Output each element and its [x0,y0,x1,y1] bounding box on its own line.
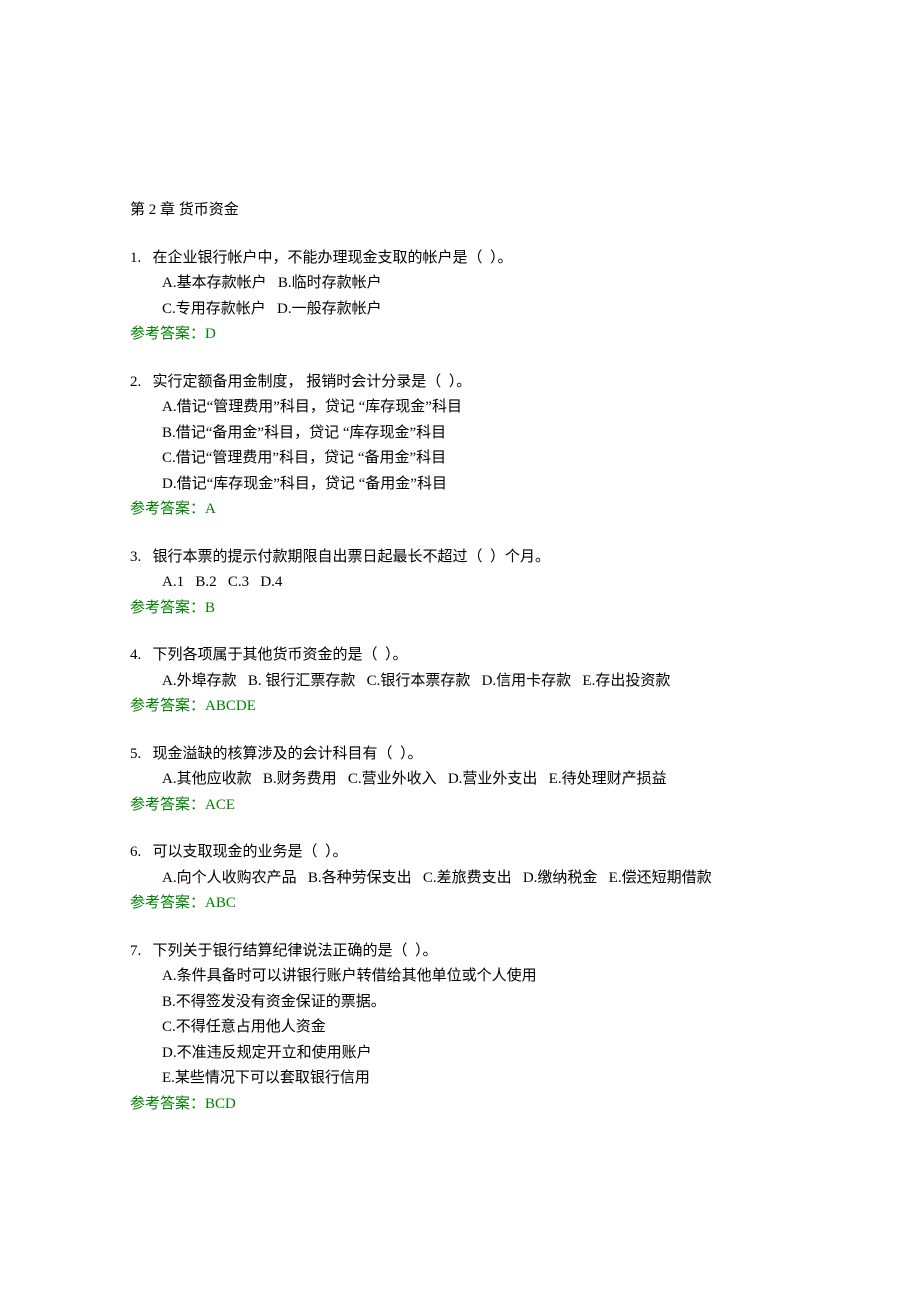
answer-line: 参考答案：ACE [130,793,790,819]
question-text: 在企业银行帐户中，不能办理现金支取的帐户是（ ）。 [153,250,513,266]
option-line: C.借记“管理费用”科目，贷记 “备用金”科目 [130,446,790,472]
answer-label: 参考答案： [130,326,205,342]
option-line: A.借记“管理费用”科目，贷记 “库存现金”科目 [130,395,790,421]
answer-label: 参考答案： [130,895,205,911]
question-options: A.1 B.2 C.3 D.4 [130,570,790,596]
answer-line: 参考答案：ABCDE [130,694,790,720]
question-number: 4. [130,647,141,663]
answer-label: 参考答案： [130,1096,205,1112]
chapter-title: 第 2 章 货币资金 [130,198,790,224]
answer-label: 参考答案： [130,698,205,714]
question-stem: 4. 下列各项属于其他货币资金的是（ ）。 [130,643,790,669]
answer-line: 参考答案：D [130,322,790,348]
option-line: A.基本存款帐户 B.临时存款帐户 [130,271,790,297]
answer-value: B [205,600,215,616]
answer-line: 参考答案：ABC [130,891,790,917]
question-block: 3. 银行本票的提示付款期限自出票日起最长不超过（ ）个月。A.1 B.2 C.… [130,545,790,622]
question-block: 7. 下列关于银行结算纪律说法正确的是（ ）。A.条件具备时可以讲银行账户转借给… [130,939,790,1118]
option-line: A.1 B.2 C.3 D.4 [130,570,790,596]
question-number: 5. [130,746,141,762]
question-text: 下列各项属于其他货币资金的是（ ）。 [153,647,408,663]
option-line: B.不得签发没有资金保证的票据。 [130,990,790,1016]
answer-label: 参考答案： [130,501,205,517]
spacer [141,250,152,266]
question-block: 4. 下列各项属于其他货币资金的是（ ）。A.外埠存款 B. 银行汇票存款 C.… [130,643,790,720]
option-line: D.不准违反规定开立和使用账户 [130,1041,790,1067]
spacer [141,746,152,762]
question-stem: 1. 在企业银行帐户中，不能办理现金支取的帐户是（ ）。 [130,246,790,272]
question-block: 2. 实行定额备用金制度， 报销时会计分录是（ ）。A.借记“管理费用”科目，贷… [130,370,790,523]
question-number: 3. [130,549,141,565]
questions-container: 1. 在企业银行帐户中，不能办理现金支取的帐户是（ ）。A.基本存款帐户 B.临… [130,246,790,1118]
option-line: A.外埠存款 B. 银行汇票存款 C.银行本票存款 D.信用卡存款 E.存出投资… [130,669,790,695]
question-number: 6. [130,844,141,860]
option-line: D.借记“库存现金”科目，贷记 “备用金”科目 [130,472,790,498]
option-line: C.不得任意占用他人资金 [130,1015,790,1041]
spacer [141,844,152,860]
answer-line: 参考答案：A [130,497,790,523]
question-block: 5. 现金溢缺的核算涉及的会计科目有（ ）。A.其他应收款 B.财务费用 C.营… [130,742,790,819]
answer-value: ACE [205,797,235,813]
option-line: C.专用存款帐户 D.一般存款帐户 [130,297,790,323]
question-text: 可以支取现金的业务是（ ）。 [153,844,348,860]
answer-value: A [205,501,216,517]
question-options: A.其他应收款 B.财务费用 C.营业外收入 D.营业外支出 E.待处理财产损益 [130,767,790,793]
question-block: 1. 在企业银行帐户中，不能办理现金支取的帐户是（ ）。A.基本存款帐户 B.临… [130,246,790,348]
question-stem: 2. 实行定额备用金制度， 报销时会计分录是（ ）。 [130,370,790,396]
question-options: A.条件具备时可以讲银行账户转借给其他单位或个人使用B.不得签发没有资金保证的票… [130,964,790,1092]
answer-line: 参考答案：B [130,596,790,622]
spacer [141,374,152,390]
spacer [141,549,152,565]
question-text: 银行本票的提示付款期限自出票日起最长不超过（ ）个月。 [153,549,551,565]
question-stem: 6. 可以支取现金的业务是（ ）。 [130,840,790,866]
answer-label: 参考答案： [130,600,205,616]
question-number: 1. [130,250,141,266]
answer-value: ABC [205,895,236,911]
option-line: A.其他应收款 B.财务费用 C.营业外收入 D.营业外支出 E.待处理财产损益 [130,767,790,793]
question-options: A.向个人收购农产品 B.各种劳保支出 C.差旅费支出 D.缴纳税金 E.偿还短… [130,866,790,892]
option-line: A.条件具备时可以讲银行账户转借给其他单位或个人使用 [130,964,790,990]
question-number: 7. [130,943,141,959]
question-stem: 3. 银行本票的提示付款期限自出票日起最长不超过（ ）个月。 [130,545,790,571]
question-stem: 7. 下列关于银行结算纪律说法正确的是（ ）。 [130,939,790,965]
spacer [141,647,152,663]
question-text: 实行定额备用金制度， 报销时会计分录是（ ）。 [153,374,472,390]
question-number: 2. [130,374,141,390]
question-options: A.外埠存款 B. 银行汇票存款 C.银行本票存款 D.信用卡存款 E.存出投资… [130,669,790,695]
option-line: E.某些情况下可以套取银行信用 [130,1066,790,1092]
answer-line: 参考答案：BCD [130,1092,790,1118]
answer-label: 参考答案： [130,797,205,813]
spacer [141,943,152,959]
answer-value: ABCDE [205,698,256,714]
question-options: A.基本存款帐户 B.临时存款帐户C.专用存款帐户 D.一般存款帐户 [130,271,790,322]
question-stem: 5. 现金溢缺的核算涉及的会计科目有（ ）。 [130,742,790,768]
option-line: B.借记“备用金”科目，贷记 “库存现金”科目 [130,421,790,447]
question-block: 6. 可以支取现金的业务是（ ）。A.向个人收购农产品 B.各种劳保支出 C.差… [130,840,790,917]
question-text: 现金溢缺的核算涉及的会计科目有（ ）。 [153,746,423,762]
answer-value: BCD [205,1096,236,1112]
document-page: 第 2 章 货币资金 1. 在企业银行帐户中，不能办理现金支取的帐户是（ ）。A… [0,0,920,1302]
question-text: 下列关于银行结算纪律说法正确的是（ ）。 [153,943,438,959]
question-options: A.借记“管理费用”科目，贷记 “库存现金”科目B.借记“备用金”科目，贷记 “… [130,395,790,497]
answer-value: D [205,326,216,342]
option-line: A.向个人收购农产品 B.各种劳保支出 C.差旅费支出 D.缴纳税金 E.偿还短… [130,866,790,892]
